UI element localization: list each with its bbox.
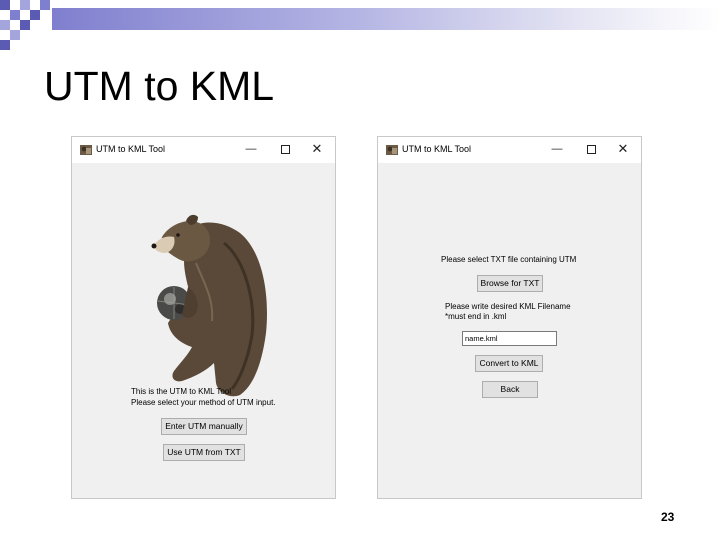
maximize-button[interactable] [275,140,295,158]
kml-filename-input[interactable] [462,331,557,346]
app-icon [80,145,92,155]
intro-line-2: Please select your method of UTM input. [131,398,276,407]
app-icon [386,145,398,155]
close-button[interactable]: ✕ [613,140,633,158]
slide-title: UTM to KML [44,63,275,109]
window-titlebar[interactable]: UTM to KML Tool — ✕ [72,137,335,163]
back-button[interactable]: Back [482,381,538,398]
filename-prompt-line-1: Please write desired KML Filename [445,302,571,311]
intro-line-1: This is the UTM to KML Tool [131,387,232,396]
window-titlebar[interactable]: UTM to KML Tool — ✕ [378,137,641,163]
header-gradient-bar [52,8,720,30]
browse-for-txt-button[interactable]: Browse for TXT [477,275,543,292]
utm-to-kml-window-txt: UTM to KML Tool — ✕ Please select TXT fi… [377,136,642,499]
window-title: UTM to KML Tool [96,144,166,154]
close-button[interactable]: ✕ [307,140,327,158]
window-title: UTM to KML Tool [402,144,472,154]
header-checker-pattern [0,0,52,50]
minimize-button[interactable]: — [241,140,261,158]
maximize-button[interactable] [581,140,601,158]
select-txt-prompt: Please select TXT file containing UTM [441,255,577,264]
maximize-icon [280,144,290,154]
minimize-button[interactable]: — [547,140,567,158]
filename-prompt-line-2: *must end in .kml [445,312,507,321]
use-utm-from-txt-button[interactable]: Use UTM from TXT [163,444,245,461]
convert-to-kml-button[interactable]: Convert to KML [475,355,543,372]
enter-utm-manually-button[interactable]: Enter UTM manually [161,418,247,435]
bear-illustration [151,214,267,397]
maximize-icon [586,144,596,154]
utm-to-kml-window-start: UTM to KML Tool — ✕ This is the UTM to K… [71,136,336,499]
page-number: 23 [661,510,675,524]
